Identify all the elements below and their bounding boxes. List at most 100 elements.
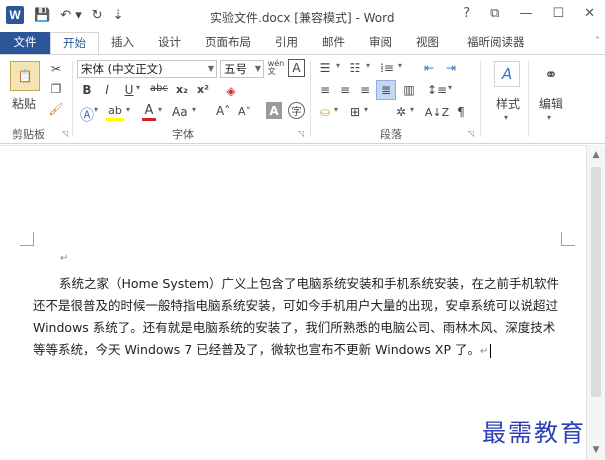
- tab-review[interactable]: 审阅: [357, 32, 404, 54]
- paragraph-launcher-icon[interactable]: ◹: [468, 129, 474, 138]
- paragraph-mark: ↵: [60, 253, 69, 264]
- format-painter-icon[interactable]: 🖌: [48, 101, 64, 117]
- redo-icon[interactable]: ↻: [92, 8, 103, 23]
- end-paragraph-mark: ↵: [480, 346, 489, 357]
- document-canvas[interactable]: ↵ 系统之家（Home System）广义上包含了电脑系统安装和手机系统安装，在…: [0, 145, 586, 460]
- bold-button[interactable]: B: [80, 83, 94, 97]
- group-divider: [310, 61, 311, 137]
- tab-mailings[interactable]: 邮件: [310, 32, 357, 54]
- ribbon: 📋 粘贴 ✂ ❐ 🖌 剪贴板 ◹ 宋体 (中文正文) ▼ 五号 ▼ wén 文 …: [0, 54, 605, 144]
- save-icon[interactable]: 💾: [34, 8, 50, 23]
- group-divider: [528, 61, 529, 137]
- increase-indent-icon[interactable]: ⇥: [442, 60, 460, 76]
- bullets-icon[interactable]: ☰: [316, 60, 334, 76]
- paste-button-label[interactable]: 粘贴: [12, 95, 36, 112]
- chevron-down-icon[interactable]: ▾: [94, 105, 98, 114]
- italic-button[interactable]: I: [100, 83, 114, 97]
- chevron-down-icon[interactable]: ▾: [410, 105, 414, 114]
- shrink-font-button[interactable]: A˅: [238, 105, 251, 118]
- show-marks-icon[interactable]: ¶: [454, 104, 468, 120]
- strikethrough-button[interactable]: abc: [150, 83, 168, 94]
- help-icon[interactable]: ?: [463, 6, 470, 21]
- align-right-icon[interactable]: ≡: [356, 82, 374, 98]
- chinese-layout-icon[interactable]: ✲: [392, 104, 410, 120]
- justify-icon[interactable]: ≣: [376, 80, 396, 100]
- tab-view[interactable]: 视图: [404, 32, 451, 54]
- undo-icon[interactable]: ↶ ▾: [60, 8, 82, 23]
- chevron-down-icon[interactable]: ▾: [504, 113, 508, 122]
- tab-file[interactable]: 文件: [0, 32, 50, 54]
- tab-home[interactable]: 开始: [50, 32, 99, 54]
- highlight-color-icon[interactable]: ab: [106, 103, 124, 121]
- decrease-indent-icon[interactable]: ⇤: [420, 60, 438, 76]
- word-logo-icon[interactable]: W: [6, 6, 24, 24]
- styles-icon[interactable]: A: [494, 61, 520, 87]
- chevron-down-icon[interactable]: ▾: [192, 105, 196, 114]
- ribbon-display-icon[interactable]: ⧉: [490, 6, 499, 21]
- font-launcher-icon[interactable]: ◹: [298, 129, 304, 138]
- vertical-scrollbar[interactable]: ▲ ▼: [586, 145, 605, 460]
- paste-icon[interactable]: 📋: [10, 61, 40, 91]
- maximize-icon[interactable]: ☐: [552, 6, 564, 21]
- grow-font-button[interactable]: A˄: [216, 104, 230, 118]
- chevron-down-icon[interactable]: ▾: [126, 105, 130, 114]
- cut-icon[interactable]: ✂: [48, 61, 64, 77]
- scroll-down-icon[interactable]: ▼: [587, 442, 605, 458]
- close-icon[interactable]: ✕: [584, 6, 595, 21]
- binoculars-icon[interactable]: ⚭: [538, 61, 564, 87]
- text-cursor: [490, 343, 492, 358]
- document-paragraph[interactable]: 系统之家（Home System）广义上包含了电脑系统安装和手机系统安装，在之前…: [33, 273, 561, 363]
- subscript-button[interactable]: x₂: [176, 83, 188, 96]
- enclose-characters-icon[interactable]: 字: [288, 102, 305, 119]
- group-divider: [480, 61, 481, 137]
- minimize-icon[interactable]: —: [519, 6, 532, 21]
- customize-qat-icon[interactable]: ⇣: [113, 8, 124, 23]
- tab-insert[interactable]: 插入: [99, 32, 146, 54]
- clipboard-launcher-icon[interactable]: ◹: [62, 129, 68, 138]
- chevron-down-icon[interactable]: ▾: [336, 61, 340, 70]
- scroll-up-icon[interactable]: ▲: [587, 147, 605, 163]
- tab-design[interactable]: 设计: [146, 32, 193, 54]
- chevron-down-icon[interactable]: ▾: [364, 105, 368, 114]
- sort-icon[interactable]: A↓Z: [425, 104, 449, 120]
- clipboard-group-label: 剪贴板: [12, 128, 45, 141]
- tab-page-layout[interactable]: 页面布局: [193, 32, 263, 54]
- chevron-down-icon[interactable]: ▾: [547, 113, 551, 122]
- font-group-label: 字体: [172, 128, 194, 141]
- character-shading-icon[interactable]: A: [266, 102, 282, 119]
- font-color-icon[interactable]: A: [142, 103, 156, 121]
- chevron-down-icon[interactable]: ▾: [398, 61, 402, 70]
- underline-button[interactable]: U: [122, 83, 136, 97]
- borders-icon[interactable]: ⊞: [346, 104, 364, 120]
- chevron-down-icon[interactable]: ▾: [158, 105, 162, 114]
- font-size-select[interactable]: 五号 ▼: [220, 60, 264, 78]
- character-border-button[interactable]: A: [288, 59, 305, 77]
- collapse-ribbon-icon[interactable]: ˄: [595, 36, 600, 47]
- editing-button-label[interactable]: 编辑: [537, 95, 565, 112]
- align-left-icon[interactable]: ≡: [316, 82, 334, 98]
- chevron-down-icon[interactable]: ▾: [366, 61, 370, 70]
- clear-formatting-icon[interactable]: ◈: [222, 82, 240, 100]
- phonetic-guide-button[interactable]: wén 文: [267, 58, 285, 78]
- change-case-button[interactable]: Aa: [172, 105, 188, 119]
- styles-button-label[interactable]: 样式: [494, 95, 522, 112]
- chevron-down-icon[interactable]: ▾: [334, 105, 338, 114]
- tab-references[interactable]: 引用: [263, 32, 310, 54]
- chevron-down-icon[interactable]: ▾: [448, 83, 452, 92]
- align-center-icon[interactable]: ≡: [336, 82, 354, 98]
- paragraph-text: 系统之家（Home System）广义上包含了电脑系统安装和手机系统安装，在之前…: [33, 276, 560, 357]
- text-effects-icon[interactable]: Ⓐ: [80, 105, 94, 125]
- superscript-button[interactable]: x²: [197, 83, 209, 96]
- copy-icon[interactable]: ❐: [48, 81, 64, 97]
- numbering-icon[interactable]: ☷: [346, 60, 364, 76]
- multilevel-list-icon[interactable]: ⁞≡: [378, 60, 396, 76]
- distributed-icon[interactable]: ▥: [400, 82, 418, 98]
- font-name-select[interactable]: 宋体 (中文正文) ▼: [77, 60, 217, 78]
- chevron-down-icon[interactable]: ▾: [136, 83, 140, 92]
- paragraph-group-label: 段落: [380, 128, 402, 141]
- shading-icon[interactable]: ⛀: [316, 104, 334, 120]
- window-title: 实验文件.docx [兼容模式] - Word: [210, 11, 395, 25]
- tab-foxit-reader[interactable]: 福昕阅读器: [455, 32, 537, 54]
- scroll-thumb[interactable]: [591, 167, 601, 397]
- line-spacing-icon[interactable]: ↕≡: [427, 82, 447, 98]
